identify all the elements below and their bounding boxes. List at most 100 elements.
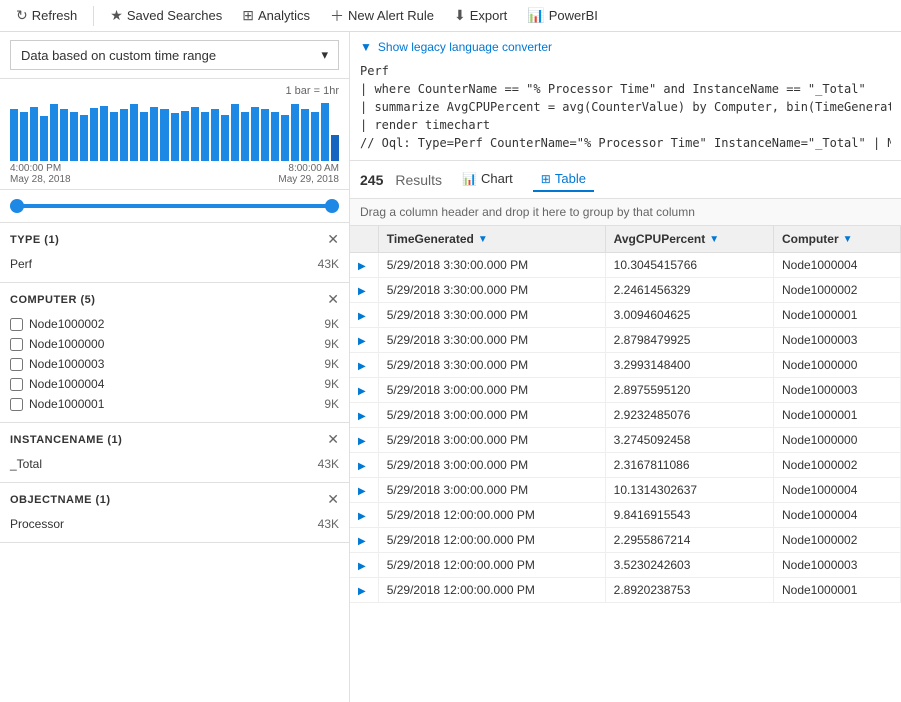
cell-avg-cpu: 2.8798479925 [605, 328, 773, 353]
col-time-filter-icon[interactable]: ▼ [478, 234, 488, 245]
filter-type-title: TYPE (1) [10, 234, 59, 246]
filter-instancename-section: INSTANCENAME (1) ✕ _Total 43K [0, 423, 349, 483]
cell-time-generated: 5/29/2018 3:00:00.000 PM [378, 403, 605, 428]
filter-computer-checkbox[interactable] [10, 378, 23, 391]
bar-item [40, 116, 48, 161]
bar-item [261, 109, 269, 161]
expand-cell[interactable]: ▶ [350, 278, 378, 303]
bar-item [221, 115, 229, 161]
filter-computer-item-count: 9K [324, 317, 339, 331]
filter-computer-item: Node1000002 9K [10, 314, 339, 334]
export-button[interactable]: ⬇ Export [446, 4, 515, 27]
bar-item [150, 107, 158, 161]
dropdown-arrow-icon: ▾ [321, 47, 328, 63]
slider-thumb-left[interactable] [10, 199, 24, 213]
filter-type-close[interactable]: ✕ [327, 231, 339, 248]
bar-item [201, 112, 209, 161]
chart-label-right: 8:00:00 AM [288, 163, 339, 174]
refresh-button[interactable]: ↻ Refresh [8, 4, 85, 27]
expand-cell[interactable]: ▶ [350, 303, 378, 328]
slider-track [10, 204, 339, 208]
filter-item-left: Node1000001 [10, 397, 104, 411]
table-tab-label: Table [555, 171, 586, 186]
expand-cell[interactable]: ▶ [350, 328, 378, 353]
table-row: ▶ 5/29/2018 3:00:00.000 PM 2.9232485076 … [350, 403, 901, 428]
expand-btn[interactable]: ▶ [358, 486, 366, 497]
expand-btn[interactable]: ▶ [358, 286, 366, 297]
cell-avg-cpu: 2.8975595120 [605, 378, 773, 403]
expand-btn[interactable]: ▶ [358, 561, 366, 572]
filter-type-perf-label: Perf [10, 257, 32, 271]
expand-cell[interactable]: ▶ [350, 378, 378, 403]
powerbi-icon: 📊 [527, 7, 544, 24]
cell-computer: Node1000001 [773, 578, 900, 603]
expand-cell[interactable]: ▶ [350, 403, 378, 428]
legacy-toggle[interactable]: ▼ Show legacy language converter [360, 40, 891, 54]
expand-cell[interactable]: ▶ [350, 528, 378, 553]
expand-btn[interactable]: ▶ [358, 461, 366, 472]
filter-computer-item-count: 9K [324, 337, 339, 351]
cell-computer: Node1000002 [773, 528, 900, 553]
filter-computer-close[interactable]: ✕ [327, 291, 339, 308]
expand-btn[interactable]: ▶ [358, 511, 366, 522]
chart-legend: 1 bar = 1hr [10, 85, 339, 97]
filter-computer-checkbox[interactable] [10, 358, 23, 371]
filter-instancename-label: _Total [10, 457, 42, 471]
table-row: ▶ 5/29/2018 3:30:00.000 PM 2.2461456329 … [350, 278, 901, 303]
tab-table-button[interactable]: ⊞ Table [533, 167, 594, 192]
powerbi-button[interactable]: 📊 PowerBI [519, 4, 606, 27]
col-header-time-generated: TimeGenerated ▼ [378, 226, 605, 253]
expand-btn[interactable]: ▶ [358, 261, 366, 272]
expand-cell[interactable]: ▶ [350, 453, 378, 478]
cell-time-generated: 5/29/2018 12:00:00.000 PM [378, 503, 605, 528]
analytics-button[interactable]: ⊞ Analytics [234, 4, 318, 27]
filter-computer-checkbox[interactable] [10, 318, 23, 331]
expand-cell[interactable]: ▶ [350, 503, 378, 528]
bar-item [321, 103, 329, 161]
col-avg-filter-icon[interactable]: ▼ [709, 234, 719, 245]
expand-btn[interactable]: ▶ [358, 536, 366, 547]
filter-instancename-close[interactable]: ✕ [327, 431, 339, 448]
bar-item [281, 115, 289, 161]
expand-cell[interactable]: ▶ [350, 478, 378, 503]
expand-cell[interactable]: ▶ [350, 253, 378, 278]
filter-computer-checkbox[interactable] [10, 338, 23, 351]
chart-date-right: May 29, 2018 [278, 174, 339, 185]
expand-cell[interactable]: ▶ [350, 578, 378, 603]
main-layout: Data based on custom time range ▾ 1 bar … [0, 32, 901, 702]
expand-btn[interactable]: ▶ [358, 436, 366, 447]
bar-item [80, 115, 88, 161]
filter-computer-item-label: Node1000000 [29, 337, 104, 351]
expand-cell[interactable]: ▶ [350, 428, 378, 453]
expand-cell[interactable]: ▶ [350, 553, 378, 578]
tab-chart-button[interactable]: 📊 Chart [454, 167, 521, 192]
filter-objectname-close[interactable]: ✕ [327, 491, 339, 508]
cell-time-generated: 5/29/2018 3:30:00.000 PM [378, 303, 605, 328]
bar-item [130, 104, 138, 161]
expand-btn[interactable]: ▶ [358, 336, 366, 347]
expand-btn[interactable]: ▶ [358, 411, 366, 422]
expand-cell[interactable]: ▶ [350, 353, 378, 378]
cell-computer: Node1000001 [773, 403, 900, 428]
new-alert-rule-button[interactable]: ＋ New Alert Rule [322, 3, 442, 29]
cell-time-generated: 5/29/2018 3:30:00.000 PM [378, 328, 605, 353]
time-range-label: Data based on custom time range [21, 48, 216, 63]
cell-computer: Node1000003 [773, 378, 900, 403]
saved-searches-button[interactable]: ★ Saved Searches [102, 4, 230, 27]
chart-dates: May 28, 2018 May 29, 2018 [10, 174, 339, 185]
slider-thumb-right[interactable] [325, 199, 339, 213]
expand-btn[interactable]: ▶ [358, 586, 366, 597]
expand-col-header [350, 226, 378, 253]
bar-item [251, 107, 259, 161]
cell-computer: Node1000000 [773, 428, 900, 453]
expand-btn[interactable]: ▶ [358, 386, 366, 397]
expand-btn[interactable]: ▶ [358, 361, 366, 372]
filter-computer-item-label: Node1000004 [29, 377, 104, 391]
col-computer-filter-icon[interactable]: ▼ [843, 234, 853, 245]
refresh-icon: ↻ [16, 7, 28, 24]
query-box[interactable]: Perf | where CounterName == "% Processor… [360, 62, 891, 152]
filter-computer-checkbox[interactable] [10, 398, 23, 411]
expand-btn[interactable]: ▶ [358, 311, 366, 322]
time-range-dropdown[interactable]: Data based on custom time range ▾ [10, 40, 339, 70]
filter-objectname-header: OBJECTNAME (1) ✕ [10, 491, 339, 508]
